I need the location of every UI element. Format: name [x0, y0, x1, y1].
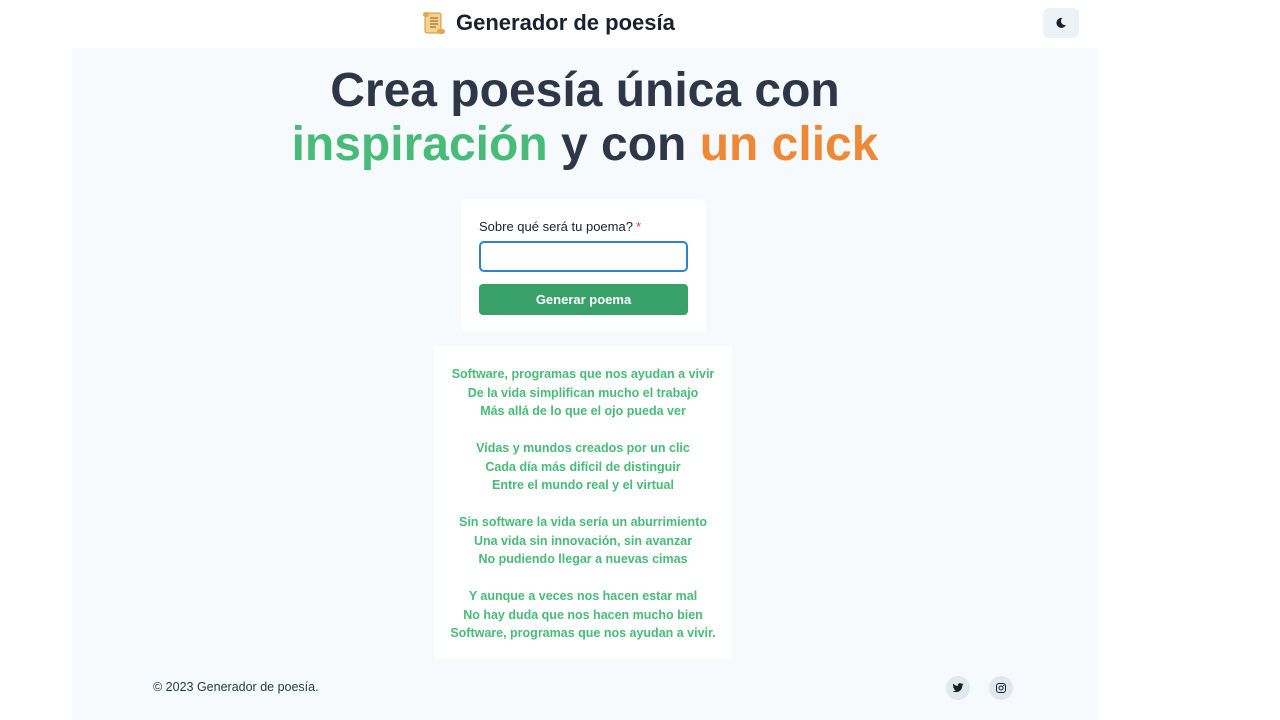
twitter-icon [952, 683, 964, 693]
poem-line: Software, programas que nos ayudan a viv… [450, 626, 716, 640]
poem-line: Una vida sin innovación, sin avanzar [473, 533, 693, 548]
theme-toggle-button[interactable] [1043, 8, 1079, 38]
twitter-link[interactable] [946, 676, 970, 700]
hero-line1: Crea poesía única con [330, 64, 840, 117]
poem-stanza: Y aunque a veces nos hacen estar mal No h… [434, 587, 732, 643]
poem-stanza: Sin software la vida sería un aburrimien… [434, 513, 732, 569]
hero-highlight-green: inspiración [291, 118, 548, 171]
hero-highlight-orange: un click [699, 118, 879, 171]
poem-line: Cada día más difícil de distinguir [485, 459, 681, 474]
app-title: Generador de poesía [456, 10, 675, 35]
generate-poem-button[interactable]: Generar poema [479, 284, 688, 315]
hero-heading: Crea poesía única con inspiración y con … [72, 64, 1098, 172]
poem-line: No pudiendo llegar a nuevas cimas [478, 552, 688, 566]
poem-line: Vidas y mundos creados por un clic [476, 441, 690, 455]
footer-copyright: © 2023 Generador de poesía. [153, 680, 319, 694]
instagram-link[interactable] [989, 676, 1013, 700]
brand: Generador de poesía [420, 8, 675, 38]
poem-stanza: Software, programas que nos ayudan a viv… [434, 365, 732, 421]
poem-line: De la vida simplifican mucho el trabajo [467, 385, 699, 400]
poem-line: Y aunque a veces nos hacen estar mal [468, 589, 698, 603]
instagram-icon [996, 683, 1006, 693]
poem-stanza: Vidas y mundos creados por un clic Cada d… [434, 439, 732, 495]
poem-line: Software, programas que nos ayudan a viv… [451, 367, 715, 381]
poem-line: Entre el mundo real y el virtual [491, 478, 674, 492]
poem-output: Software, programas que nos ayudan a viv… [434, 346, 732, 659]
topic-input[interactable] [479, 241, 688, 272]
scroll-icon [423, 12, 445, 34]
header: Generador de poesía [0, 0, 1280, 48]
poem-line: No hay duda que nos hacen mucho bien [463, 607, 703, 622]
poem-line: Más allá de lo que el ojo pueda ver [480, 404, 686, 418]
required-indicator: * [635, 219, 641, 234]
topic-label-text: Sobre qué será tu poema? [479, 219, 633, 234]
poem-form: Sobre qué será tu poema? * Generar poema [461, 199, 706, 332]
topic-label: Sobre qué será tu poema? * [479, 219, 641, 234]
main-content: Crea poesía única con inspiración y con … [72, 48, 1098, 720]
poem-line: Sin software la vida sería un aburrimien… [459, 515, 707, 529]
moon-icon [1056, 17, 1066, 28]
hero-middle: y con [547, 118, 700, 171]
